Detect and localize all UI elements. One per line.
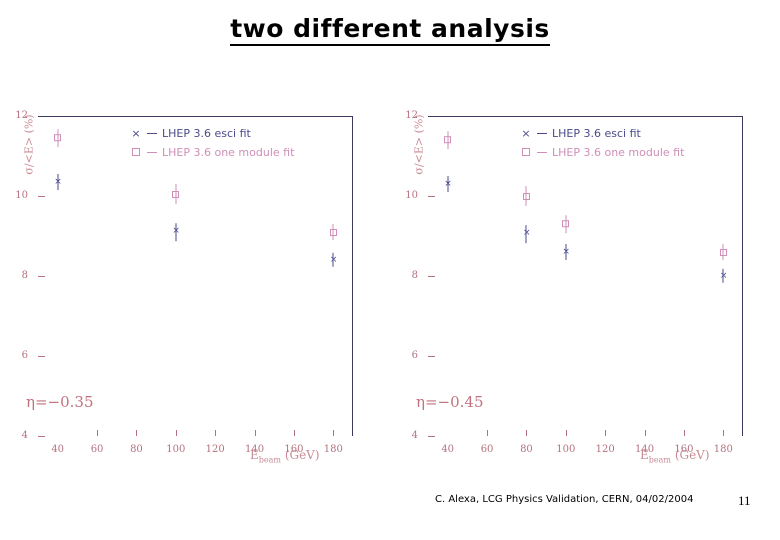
data-point: × xyxy=(718,268,728,284)
x-axis-tick-label: 140 xyxy=(635,444,655,455)
y-axis-tick-label: 4 xyxy=(21,430,28,441)
y-axis-tick-label: 10 xyxy=(15,190,28,201)
cross-marker-icon: × xyxy=(562,246,570,257)
y-axis-tick-label: 6 xyxy=(411,350,418,361)
data-point: × xyxy=(53,174,63,190)
cross-marker-icon: × xyxy=(329,254,338,265)
square-marker-icon xyxy=(444,136,452,144)
y-axis-tick-label: 12 xyxy=(15,110,28,121)
x-axis-tick-mark xyxy=(683,430,685,436)
plot-area-left: 12 10 8 6 4 40 60 80 100 120 140 160 180 × × × xyxy=(15,110,353,455)
x-axis-tick-label: 60 xyxy=(480,444,494,455)
square-marker-icon xyxy=(172,190,180,198)
x-axis-tick-mark xyxy=(526,430,528,436)
x-axis-tick-label: 180 xyxy=(323,444,343,455)
y-axis-tick-mark xyxy=(38,356,45,357)
y-axis-tick-mark xyxy=(428,196,435,197)
data-point xyxy=(561,215,571,233)
x-axis-tick-label: 80 xyxy=(130,444,143,455)
data-point: × xyxy=(561,244,571,260)
eta-annotation-left: η=−0.35 xyxy=(26,393,94,411)
x-axis-tick-label: 40 xyxy=(51,444,65,455)
x-axis-tick-mark xyxy=(487,430,489,436)
y-axis-tick-mark xyxy=(38,276,45,277)
x-axis-tick-mark xyxy=(136,430,138,436)
y-axis-tick-label: 8 xyxy=(411,270,418,281)
y-axis-label-right: σ/<E> (%) xyxy=(412,114,426,175)
cross-marker-icon: × xyxy=(54,176,62,187)
y-axis-tick-mark xyxy=(38,436,45,437)
data-point: × xyxy=(521,225,531,243)
footer-attribution: C. Alexa, LCG Physics Validation, CERN, … xyxy=(435,494,694,505)
cross-marker-icon: × xyxy=(719,270,728,281)
cross-marker-icon: × xyxy=(522,228,531,239)
x-axis-tick-mark xyxy=(605,430,607,436)
y-axis-tick-label: 4 xyxy=(411,430,418,441)
x-axis-tick-mark xyxy=(644,430,646,436)
x-axis-tick-label: 160 xyxy=(284,444,304,455)
x-axis-tick-label: 100 xyxy=(166,444,186,455)
x-axis-tick-label: 100 xyxy=(556,444,576,455)
y-axis-tick-label: 8 xyxy=(21,270,28,281)
y-axis-tick-mark xyxy=(428,436,435,437)
x-axis-tick-label: 140 xyxy=(245,444,265,455)
data-point xyxy=(521,186,531,206)
x-axis-tick-label: 120 xyxy=(205,444,225,455)
y-axis-tick-label: 12 xyxy=(405,110,418,121)
data-point: × xyxy=(328,252,338,268)
x-axis-tick-mark xyxy=(333,430,335,436)
square-marker-icon xyxy=(562,220,570,228)
data-point xyxy=(53,129,63,147)
data-point xyxy=(443,131,453,149)
data-point: × xyxy=(171,223,181,241)
x-axis-tick-mark xyxy=(175,430,177,436)
x-axis-tick-mark xyxy=(254,430,256,436)
data-point xyxy=(718,244,728,260)
x-axis-tick-label: 180 xyxy=(713,444,733,455)
y-axis-label-left: σ/<E> (%) xyxy=(22,114,36,175)
square-marker-icon xyxy=(522,192,530,200)
x-axis-label-sub: beam xyxy=(648,455,671,465)
slide-canvas: two different analysis σ/<E> (%) Ebeam (… xyxy=(0,0,780,540)
square-marker-icon xyxy=(329,228,337,236)
x-axis-tick-label: 80 xyxy=(520,444,533,455)
y-axis-tick-mark xyxy=(428,276,435,277)
data-point xyxy=(328,224,338,240)
data-point: × xyxy=(443,176,453,192)
x-axis-tick-label: 160 xyxy=(674,444,694,455)
y-axis-tick-mark xyxy=(428,356,435,357)
square-marker-icon xyxy=(54,134,62,142)
x-axis-label-sub: beam xyxy=(258,455,281,465)
x-axis-tick-mark xyxy=(293,430,295,436)
plot-eta-045: σ/<E> (%) Ebeam (GeV) × LHEP 3.6 esci fi… xyxy=(390,108,760,465)
cross-marker-icon: × xyxy=(172,226,180,237)
x-axis-tick-mark xyxy=(215,430,217,436)
x-axis-tick-mark xyxy=(723,430,725,436)
x-axis-tick-mark xyxy=(97,430,99,436)
x-axis-tick-mark xyxy=(565,430,567,436)
page-number: 11 xyxy=(738,493,751,508)
y-axis-tick-label: 6 xyxy=(21,350,28,361)
x-axis-tick-label: 60 xyxy=(90,444,104,455)
plot-eta-035: σ/<E> (%) Ebeam (GeV) × LHEP 3.6 esci fi… xyxy=(0,108,370,465)
data-point xyxy=(171,184,181,204)
square-marker-icon xyxy=(719,248,727,256)
y-axis-tick-label: 10 xyxy=(405,190,418,201)
x-axis-tick-label: 120 xyxy=(595,444,615,455)
y-axis-tick-mark xyxy=(38,196,45,197)
page-title-text: two different analysis xyxy=(230,14,550,46)
eta-annotation-right: η=−0.45 xyxy=(416,393,484,411)
x-axis-tick-label: 40 xyxy=(441,444,455,455)
plot-area-right: 12 10 8 6 4 40 60 80 100 120 140 160 180 × × × × xyxy=(405,110,743,455)
page-title: two different analysis xyxy=(0,14,780,46)
cross-marker-icon: × xyxy=(444,178,452,189)
